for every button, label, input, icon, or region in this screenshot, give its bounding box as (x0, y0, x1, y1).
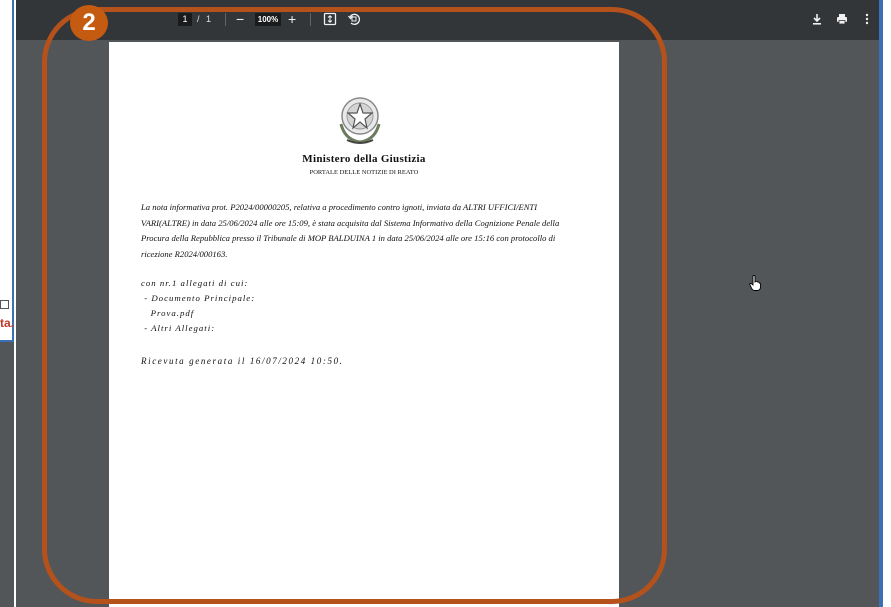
note-paragraph: La nota informativa prot. P2024/00000205… (141, 202, 560, 259)
download-icon[interactable] (810, 12, 824, 26)
attachments-intro: con nr.1 allegati di cui: (141, 278, 249, 288)
pdf-toolbar: 1 / 1 − 100% + (16, 0, 879, 40)
background-text-fragment: ta. (0, 316, 15, 330)
zoom-out-button[interactable]: − (236, 9, 244, 29)
page-total: 1 (206, 14, 212, 24)
attachments-block: con nr.1 allegati di cui: - Documento Pr… (141, 276, 581, 336)
italian-republic-emblem (335, 94, 385, 146)
ministry-title: Ministero della Giustizia (302, 153, 426, 165)
background-checkbox[interactable] (0, 300, 9, 309)
page-number-input[interactable]: 1 (178, 13, 192, 26)
pdf-page: Ministero della Giustizia PORTALE DELLE … (109, 42, 619, 607)
pdf-viewer[interactable]: 1 / 1 − 100% + Ministero della Giustizia… (16, 0, 879, 607)
attachment-item: Prova.pdf (141, 308, 195, 318)
portal-subtitle: PORTALE DELLE NOTIZIE DI REATO (309, 169, 419, 176)
attachment-item: - Documento Principale: (141, 293, 256, 303)
hand-cursor-icon (749, 275, 761, 291)
receipt-line: Ricevuta generata il 16/07/2024 10:50. (141, 356, 344, 366)
print-icon[interactable] (835, 12, 849, 26)
zoom-in-button[interactable]: + (288, 9, 296, 29)
background-panel (0, 342, 14, 607)
toolbar-divider (310, 13, 311, 26)
toolbar-divider (225, 13, 226, 26)
rotate-icon[interactable] (347, 12, 361, 26)
attachment-item: - Altri Allegati: (141, 323, 216, 333)
fit-page-icon[interactable] (323, 12, 337, 26)
zoom-level-input[interactable]: 100% (255, 13, 281, 26)
background-app (883, 0, 891, 607)
page-separator: / (197, 14, 200, 24)
step-number-badge: 2 (70, 5, 108, 41)
background-window-frame (0, 0, 14, 342)
more-icon[interactable] (860, 12, 874, 26)
